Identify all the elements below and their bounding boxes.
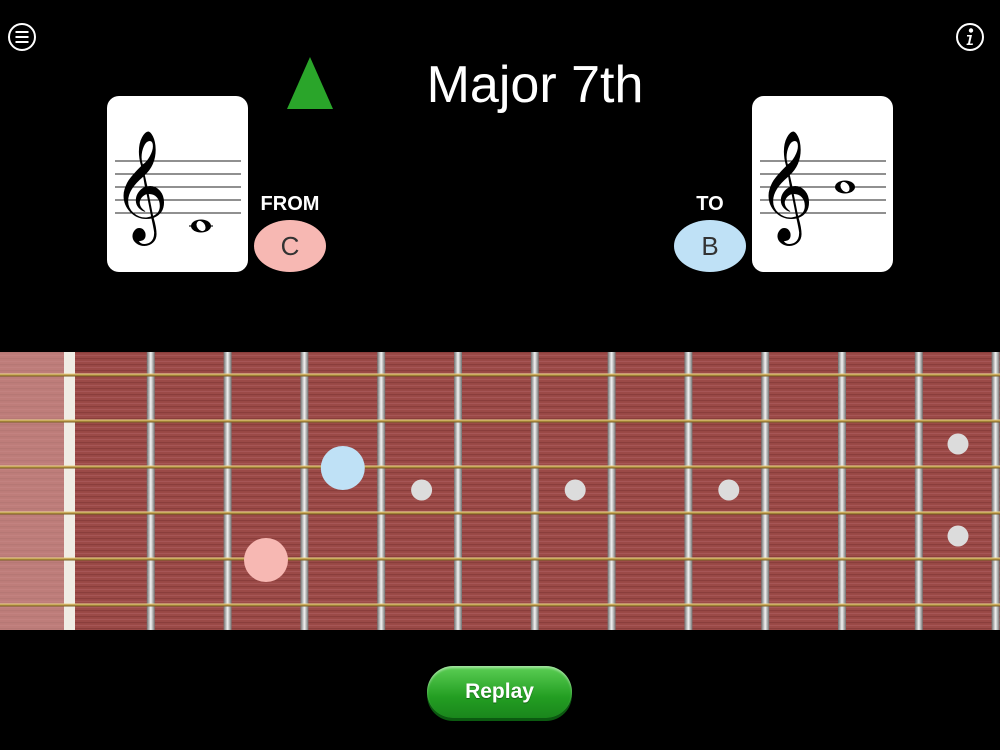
interval-title: Major 7th — [426, 56, 644, 114]
fret-wire — [914, 352, 923, 630]
nut — [64, 352, 75, 630]
fret-wire — [377, 352, 386, 630]
guitar-string — [0, 511, 1000, 515]
info-button[interactable] — [955, 22, 985, 52]
headstock-area — [0, 352, 64, 630]
fret-inlay-dot — [411, 479, 433, 501]
from-staff: 𝄞 — [112, 129, 241, 246]
fret-wire — [454, 352, 462, 630]
hamburger-menu-icon — [8, 23, 36, 51]
up-arrow-icon — [287, 57, 333, 109]
fret-wire — [223, 352, 232, 630]
guitar-string — [0, 557, 1000, 561]
info-icon — [956, 23, 984, 51]
from-staff-card: 𝄞 — [107, 96, 248, 272]
to-staff-card: 𝄞 — [752, 96, 893, 272]
to-note-marker[interactable] — [320, 446, 365, 490]
fret-wire — [838, 352, 846, 630]
menu-button[interactable] — [7, 22, 37, 52]
fret-wire — [300, 352, 309, 630]
fret-inlay-dot — [947, 525, 969, 547]
treble-clef-icon: 𝄞 — [112, 129, 169, 246]
fret-wire — [761, 352, 770, 630]
guitar-fretboard[interactable] — [0, 352, 1000, 630]
guitar-string — [0, 465, 1000, 469]
treble-clef-icon: 𝄞 — [757, 129, 814, 246]
to-note-badge[interactable]: B — [674, 220, 746, 272]
guitar-string — [0, 419, 1000, 423]
from-label: FROM — [260, 193, 320, 215]
fret-inlay-dot — [718, 479, 740, 501]
replay-button[interactable]: Replay — [427, 666, 572, 718]
fret-wire — [684, 352, 693, 630]
fret-wire — [991, 352, 1000, 630]
to-label: TO — [696, 193, 724, 215]
guitar-string — [0, 603, 1000, 607]
to-staff: 𝄞 — [757, 129, 886, 246]
fret-wire — [146, 352, 155, 630]
from-note-badge[interactable]: C — [254, 220, 326, 272]
fret-wire — [530, 352, 539, 630]
fret-inlay-dot — [947, 433, 969, 455]
fret-inlay-dot — [564, 479, 586, 501]
guitar-string — [0, 373, 1000, 377]
from-note-marker[interactable] — [244, 538, 288, 582]
fret-wire — [607, 352, 616, 630]
